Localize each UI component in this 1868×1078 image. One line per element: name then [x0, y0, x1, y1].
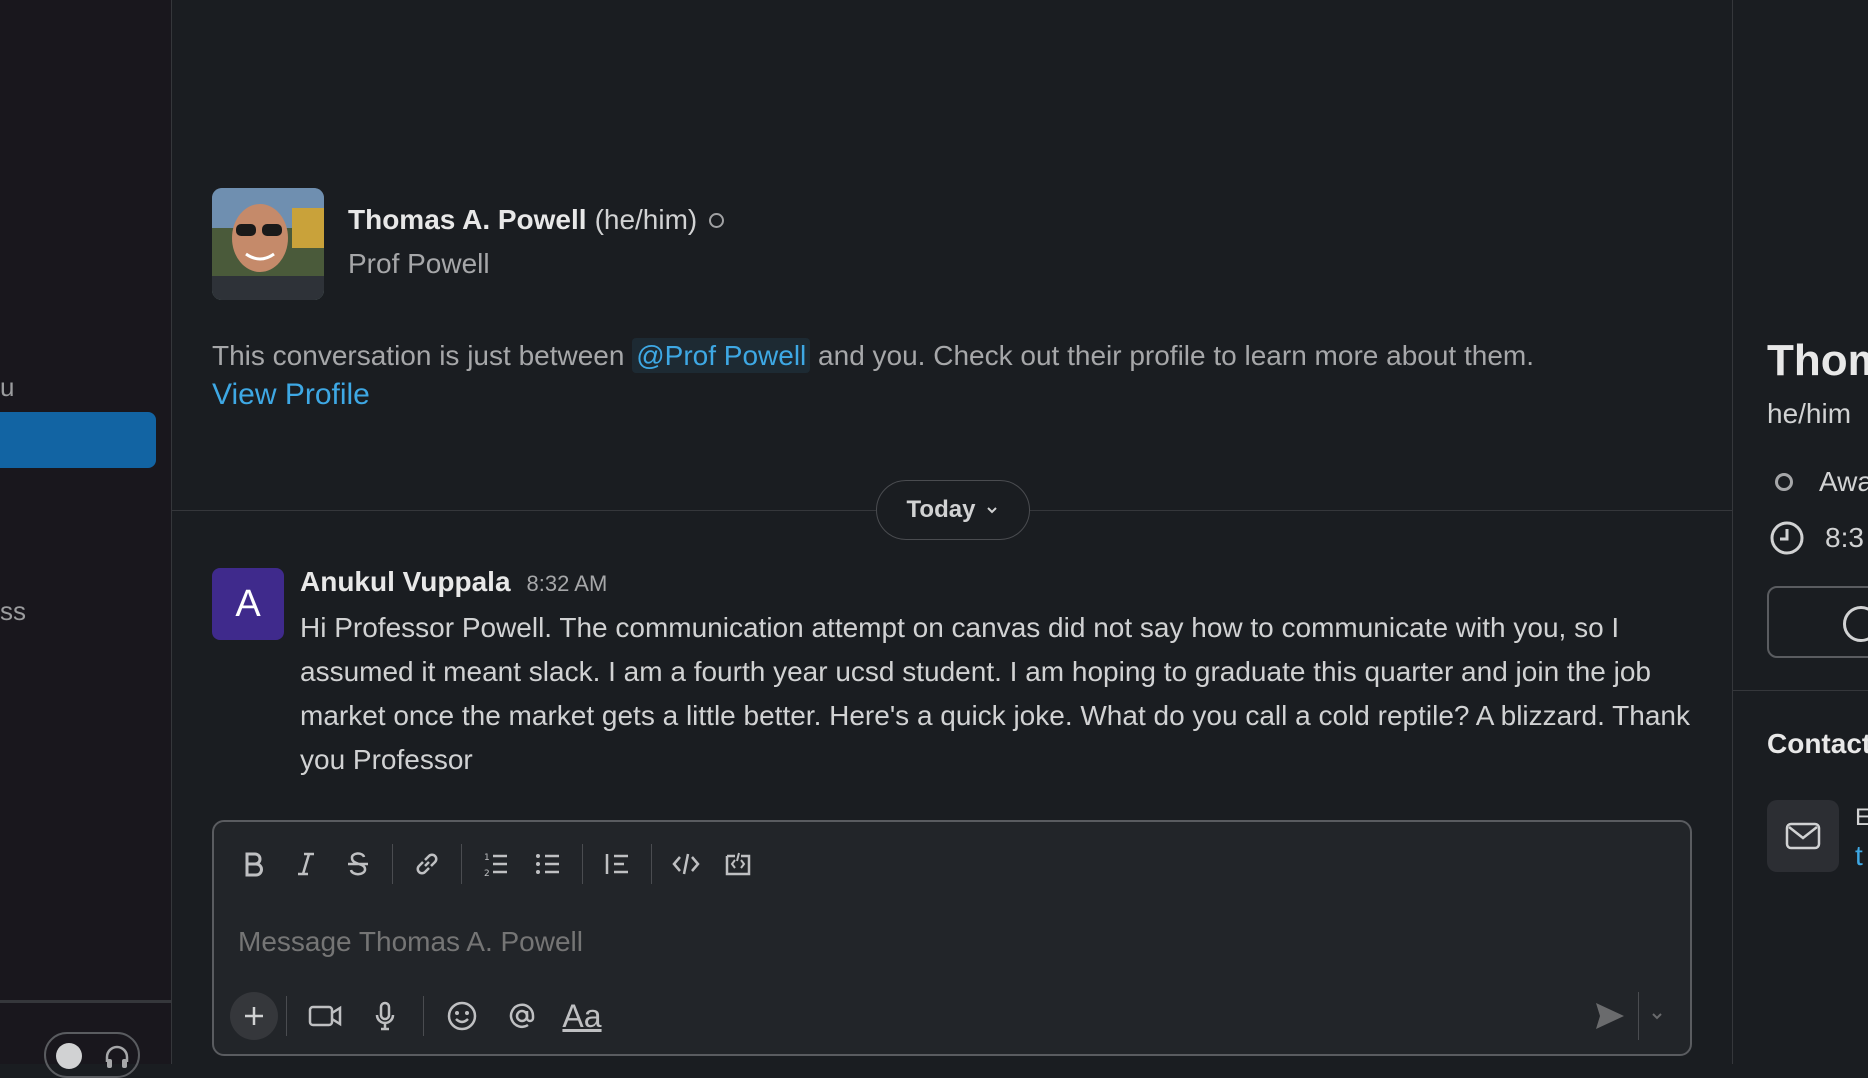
sidebar-item-label[interactable]: ss: [0, 596, 26, 627]
avatar[interactable]: A: [212, 568, 284, 640]
code-icon: [672, 853, 700, 875]
emoji-button[interactable]: [432, 990, 492, 1042]
bold-icon: [245, 852, 263, 877]
formatting-toggle-button[interactable]: Aa: [552, 990, 612, 1042]
toolbar-separator: [423, 996, 424, 1036]
toolbar-separator: [286, 996, 287, 1036]
svg-text:1: 1: [484, 853, 490, 863]
ordered-list-icon: 12: [484, 853, 507, 878]
audio-clip-button[interactable]: [355, 990, 415, 1042]
avatar[interactable]: [212, 188, 324, 300]
link-icon: [416, 853, 438, 875]
plus-icon: [245, 1007, 263, 1025]
profile-panel-status: Awa: [1775, 466, 1868, 498]
profile-pronouns: (he/him): [594, 204, 698, 235]
composer-actions: Aa: [230, 990, 1674, 1042]
bulleted-list-icon: [536, 854, 559, 874]
bold-button[interactable]: [228, 838, 280, 890]
status-text: Awa: [1819, 466, 1868, 497]
formatting-toolbar: 12: [228, 838, 764, 890]
send-button[interactable]: [1582, 992, 1638, 1040]
at-sign-icon: [509, 1003, 535, 1028]
profile-panel-name: Thom: [1767, 336, 1868, 385]
contact-heading: Contact: [1767, 728, 1868, 759]
bulleted-list-button[interactable]: [522, 838, 574, 890]
huddle-button[interactable]: [1767, 586, 1868, 658]
profile-photo: [212, 188, 324, 300]
date-jump-button[interactable]: Today: [876, 480, 1030, 540]
profile-panel-pronouns: he/him: [1767, 398, 1852, 429]
message-composer: 12 Message Thomas A. Powell Aa: [212, 820, 1692, 1056]
code-block-button[interactable]: [712, 838, 764, 890]
message-text: Hi Professor Powell. The communication a…: [300, 612, 1690, 775]
conversation-pane: Thomas A. Powell (he/him) Prof Powell Th…: [172, 0, 1732, 1064]
profile-display-name: Prof Powell: [348, 248, 490, 279]
blockquote-button[interactable]: [591, 838, 643, 890]
intro-text: and you. Check out their profile to lear…: [810, 340, 1534, 371]
attach-button[interactable]: [230, 992, 278, 1040]
toggle-knob: [56, 1043, 82, 1069]
blockquote-icon: [605, 854, 628, 874]
user-mention[interactable]: @Prof Powell: [632, 338, 811, 373]
message-timestamp[interactable]: 8:32 AM: [527, 571, 608, 597]
mention-button[interactable]: [492, 990, 552, 1042]
date-label: Today: [906, 496, 976, 523]
conversation-intro: This conversation is just between @Prof …: [212, 334, 1534, 378]
clock-icon: [1770, 521, 1804, 555]
toolbar-separator: [461, 844, 462, 884]
profile-panel: Thom he/him Awa 8:3 Contact E t: [1732, 0, 1868, 1064]
italic-icon: [298, 852, 314, 876]
svg-text:2: 2: [484, 869, 490, 878]
message-input[interactable]: [238, 926, 1638, 958]
schedule-send-button[interactable]: [1638, 992, 1674, 1040]
panel-divider: [1733, 690, 1868, 691]
formatting-label: Aa: [562, 997, 602, 1034]
sidebar: u ss: [0, 0, 172, 1078]
toolbar-separator: [582, 844, 583, 884]
italic-button[interactable]: [280, 838, 332, 890]
message-author[interactable]: Anukul Vuppala: [300, 566, 511, 598]
email-label: E: [1855, 804, 1868, 832]
huddle-icon: [1843, 606, 1868, 642]
link-button[interactable]: [401, 838, 453, 890]
headphones-icon: [105, 1045, 129, 1068]
toolbar-separator: [392, 844, 393, 884]
sidebar-divider: [0, 1000, 172, 1003]
emoji-icon: [447, 1001, 477, 1031]
view-profile-link[interactable]: View Profile: [212, 378, 370, 412]
intro-text: This conversation is just between: [212, 340, 633, 371]
strikethrough-icon: [348, 852, 368, 876]
ordered-list-button[interactable]: 12: [470, 838, 522, 890]
code-button[interactable]: [660, 838, 712, 890]
strikethrough-button[interactable]: [332, 838, 384, 890]
huddle-toggle[interactable]: [44, 1032, 140, 1078]
video-camera-icon: [308, 1005, 342, 1027]
envelope-icon: [1785, 822, 1821, 850]
video-clip-button[interactable]: [295, 990, 355, 1042]
away-status-icon: [709, 212, 725, 228]
sidebar-item-active[interactable]: [0, 412, 156, 468]
code-block-icon: [725, 852, 751, 876]
toolbar-separator: [651, 844, 652, 884]
email-icon-tile: [1767, 800, 1839, 872]
sidebar-item-label[interactable]: u: [0, 372, 14, 403]
away-status-icon: [1775, 473, 1793, 491]
chevron-down-icon: [987, 507, 998, 514]
profile-panel-local-time: 8:3: [1769, 520, 1864, 556]
email-link[interactable]: t: [1855, 840, 1863, 872]
dm-profile-header: Thomas A. Powell (he/him) Prof Powell: [212, 188, 725, 300]
send-icon: [1596, 1003, 1624, 1029]
chevron-down-icon: [1651, 1013, 1662, 1020]
profile-full-name[interactable]: Thomas A. Powell: [348, 204, 587, 236]
microphone-icon: [375, 1001, 395, 1031]
local-time-text: 8:3: [1825, 522, 1864, 553]
